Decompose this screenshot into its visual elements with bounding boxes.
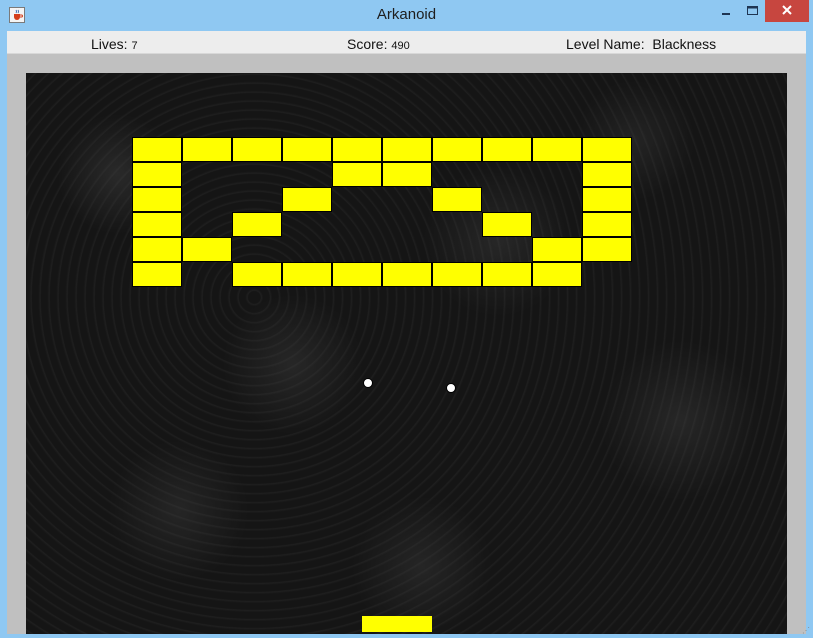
score-indicator: Score: 490 xyxy=(347,36,410,52)
close-button[interactable] xyxy=(765,0,809,22)
brick xyxy=(332,162,382,187)
brick xyxy=(482,262,532,287)
brick xyxy=(582,187,632,212)
brick xyxy=(432,137,482,162)
game-panel: Lives: 7 Score: 490 Level Name: Blacknes… xyxy=(7,31,806,634)
brick xyxy=(182,137,232,162)
minimize-icon xyxy=(721,3,731,19)
brick xyxy=(132,237,182,262)
brick xyxy=(282,137,332,162)
brick xyxy=(132,262,182,287)
lives-label: Lives: xyxy=(91,36,132,52)
score-label: Score: xyxy=(347,36,392,52)
game-canvas[interactable] xyxy=(26,73,787,634)
brick xyxy=(232,212,282,237)
brick xyxy=(232,137,282,162)
maximize-button[interactable] xyxy=(739,0,765,22)
brick xyxy=(582,162,632,187)
level-value: Blackness xyxy=(652,36,717,52)
brick xyxy=(382,262,432,287)
brick xyxy=(132,162,182,187)
score-value: 490 xyxy=(391,40,410,52)
brick xyxy=(582,137,632,162)
minimize-button[interactable] xyxy=(712,0,739,22)
level-label: Level Name: xyxy=(566,36,653,52)
ball xyxy=(446,383,456,393)
lives-indicator: Lives: 7 xyxy=(91,36,138,52)
brick xyxy=(132,187,182,212)
brick xyxy=(332,137,382,162)
brick xyxy=(482,137,532,162)
brick xyxy=(232,262,282,287)
brick xyxy=(382,162,432,187)
paddle[interactable] xyxy=(362,616,432,632)
status-bar: Lives: 7 Score: 490 Level Name: Blacknes… xyxy=(7,31,806,54)
window-title: Arkanoid xyxy=(376,6,437,23)
brick xyxy=(332,262,382,287)
resize-grip-icon[interactable]: ⋰ xyxy=(802,627,810,635)
ball xyxy=(363,378,373,388)
brick xyxy=(282,262,332,287)
app-window: Arkanoid Lives: 7 Score: 490 Level Name:… xyxy=(0,0,813,638)
brick xyxy=(532,237,582,262)
brick xyxy=(582,237,632,262)
level-indicator: Level Name: Blackness xyxy=(566,36,716,52)
maximize-icon xyxy=(746,3,758,19)
brick xyxy=(282,187,332,212)
brick xyxy=(432,262,482,287)
brick xyxy=(182,237,232,262)
lives-value: 7 xyxy=(131,40,138,52)
close-icon xyxy=(782,2,792,20)
brick xyxy=(482,212,532,237)
brick xyxy=(582,212,632,237)
brick xyxy=(532,137,582,162)
title-bar[interactable]: Arkanoid xyxy=(0,0,813,31)
brick xyxy=(132,137,182,162)
brick xyxy=(532,262,582,287)
brick xyxy=(132,212,182,237)
brick xyxy=(382,137,432,162)
brick xyxy=(432,187,482,212)
